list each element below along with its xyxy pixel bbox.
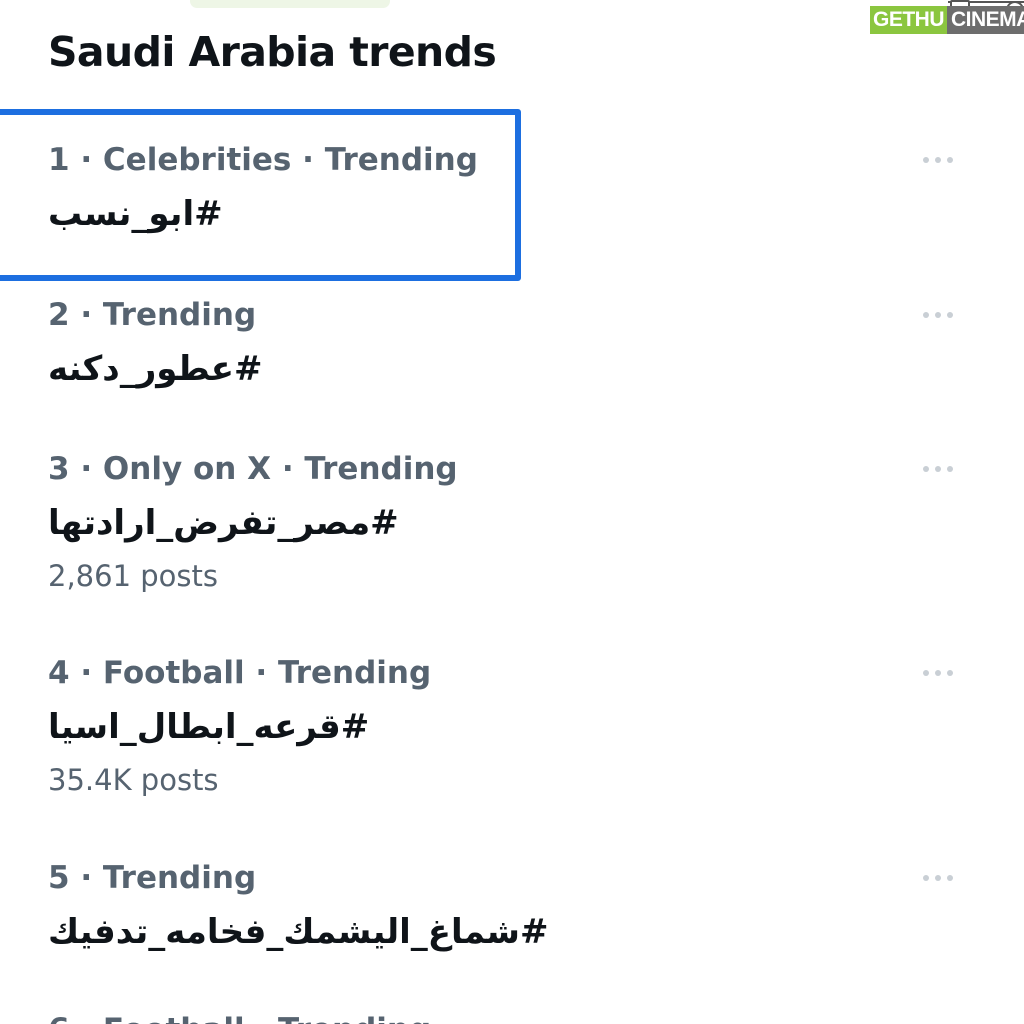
- dot: [923, 875, 929, 881]
- trend-hashtag[interactable]: #ابو_نسب: [48, 190, 223, 238]
- more-dots-icon[interactable]: [916, 297, 960, 333]
- dot: [947, 466, 953, 472]
- dot: [947, 157, 953, 163]
- dot: [947, 312, 953, 318]
- dot: [935, 875, 941, 881]
- dot: [923, 157, 929, 163]
- trend-post-count: 2,861 posts: [48, 559, 218, 593]
- more-dots-icon[interactable]: [916, 655, 960, 691]
- trend-meta: 3 · Only on X · Trending: [48, 451, 458, 487]
- trend-meta: 6 · Football · Trending: [48, 1010, 431, 1024]
- watermark-part2: CINEMA: [947, 6, 1024, 34]
- more-dots-icon[interactable]: [916, 860, 960, 896]
- trend-hashtag[interactable]: #شماغ_اليشمك_فخامه_تدفيك: [48, 908, 548, 956]
- page-title: Saudi Arabia trends: [48, 28, 497, 76]
- trend-meta: 2 · Trending: [48, 297, 257, 333]
- dot: [935, 312, 941, 318]
- dot: [923, 670, 929, 676]
- trend-meta: 5 · Trending: [48, 860, 257, 896]
- trend-hashtag[interactable]: #عطور_دكنه: [48, 345, 262, 393]
- trend-hashtag[interactable]: #مصر_تفرض_ارادتها: [48, 499, 399, 547]
- dot: [935, 670, 941, 676]
- dot: [947, 670, 953, 676]
- dot: [935, 157, 941, 163]
- dot: [947, 875, 953, 881]
- watermark-part1: GETHU: [870, 6, 947, 34]
- watermark-text: GETHU CINEMA: [870, 3, 1024, 37]
- dot: [935, 466, 941, 472]
- trends-screen: GETHU CINEMA Saudi Arabia trends 1 · Cele…: [0, 0, 1024, 1024]
- more-dots-icon[interactable]: [916, 451, 960, 487]
- dot: [923, 312, 929, 318]
- trend-hashtag[interactable]: #قرعه_ابطال_اسيا: [48, 703, 369, 751]
- blurred-header-fragment: [190, 0, 390, 8]
- more-dots-icon[interactable]: [916, 142, 960, 178]
- dot: [923, 466, 929, 472]
- trend-post-count: 35.4K posts: [48, 763, 219, 797]
- trend-meta: 4 · Football · Trending: [48, 655, 432, 691]
- trend-meta: 1 · Celebrities · Trending: [48, 142, 478, 178]
